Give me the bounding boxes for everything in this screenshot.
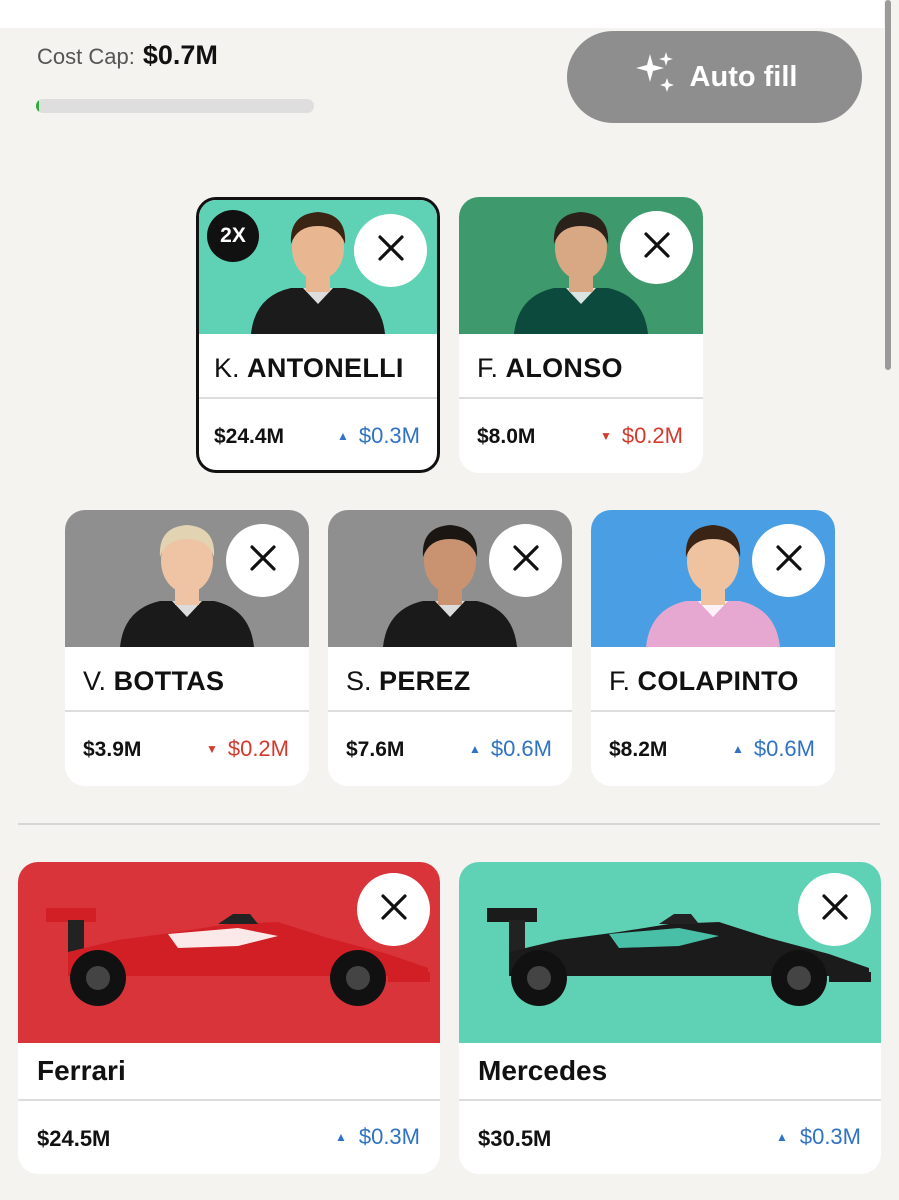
auto-fill-label: Auto fill (689, 60, 798, 93)
driver-last-name: COLAPINTO (637, 666, 799, 696)
cost-cap-progress-fill (36, 99, 39, 113)
price-change: ▼ $0.2M (206, 736, 289, 762)
driver-last-name: ALONSO (505, 353, 623, 383)
arrow-down-icon: ▼ (205, 742, 218, 756)
driver-card[interactable]: F. ALONSO $8.0M ▼ $0.2M (459, 197, 703, 473)
card-divider (459, 397, 703, 399)
remove-team-button[interactable] (798, 873, 871, 946)
card-divider (591, 710, 835, 712)
driver-last-name: PEREZ (379, 666, 471, 696)
price-change-value: $0.3M (358, 423, 420, 448)
driver-price: $7.6M (346, 738, 405, 761)
driver-name: S. PEREZ (346, 666, 471, 697)
cost-cap: Cost Cap: $0.7M (37, 40, 218, 71)
price-change: ▲ $0.3M (335, 1124, 420, 1150)
remove-team-button[interactable] (357, 873, 430, 946)
price-change: ▲ $0.3M (776, 1124, 861, 1150)
driver-price: $8.0M (477, 425, 536, 448)
driver-card[interactable]: V. BOTTAS $3.9M ▼ $0.2M (65, 510, 309, 786)
remove-driver-button[interactable] (489, 524, 562, 597)
team-price: $30.5M (478, 1126, 552, 1151)
team-card[interactable]: Mercedes $30.5M ▲ $0.3M (459, 862, 881, 1174)
close-icon (376, 233, 406, 268)
card-divider (18, 1099, 440, 1101)
card-divider (65, 710, 309, 712)
auto-fill-button[interactable]: Auto fill (567, 31, 862, 123)
price-change-value: $0.6M (490, 736, 552, 761)
cost-cap-value: $0.7M (142, 40, 218, 70)
arrow-down-icon: ▼ (599, 429, 612, 443)
cost-cap-progress-bar (36, 99, 314, 113)
arrow-up-icon: ▲ (731, 742, 744, 756)
price-change: ▲ $0.6M (469, 736, 552, 762)
team-price: $24.5M (37, 1126, 111, 1151)
driver-name: V. BOTTAS (83, 666, 224, 697)
arrow-up-icon: ▲ (775, 1130, 788, 1144)
driver-price: $3.9M (83, 738, 142, 761)
close-icon (511, 543, 541, 578)
arrow-up-icon: ▲ (334, 1130, 347, 1144)
remove-driver-button[interactable] (226, 524, 299, 597)
close-icon (379, 892, 409, 927)
driver-price: $8.2M (609, 738, 668, 761)
close-icon (820, 892, 850, 927)
section-divider (18, 823, 880, 825)
top-bar (0, 0, 884, 28)
driver-card[interactable]: S. PEREZ $7.6M ▲ $0.6M (328, 510, 572, 786)
card-divider (459, 1099, 881, 1101)
remove-driver-button[interactable] (354, 214, 427, 287)
driver-last-name: ANTONELLI (247, 353, 404, 383)
remove-driver-button[interactable] (752, 524, 825, 597)
arrow-up-icon: ▲ (468, 742, 481, 756)
close-icon (774, 543, 804, 578)
multiplier-badge: 2X (207, 210, 259, 262)
card-divider (328, 710, 572, 712)
price-change-value: $0.3M (358, 1124, 420, 1149)
price-change: ▲ $0.3M (337, 423, 420, 449)
price-change-value: $0.2M (227, 736, 289, 761)
team-card[interactable]: Ferrari $24.5M ▲ $0.3M (18, 862, 440, 1174)
close-icon (248, 543, 278, 578)
price-change: ▲ $0.6M (732, 736, 815, 762)
arrow-up-icon: ▲ (336, 429, 349, 443)
driver-initial: F. (477, 353, 499, 383)
driver-card[interactable]: F. COLAPINTO $8.2M ▲ $0.6M (591, 510, 835, 786)
driver-initial: V. (83, 666, 107, 696)
driver-initial: F. (609, 666, 631, 696)
remove-driver-button[interactable] (620, 211, 693, 284)
driver-card[interactable]: 2X K. ANTONELLI $24.4M ▲ $0.3M (196, 197, 440, 473)
driver-initial: S. (346, 666, 372, 696)
price-change-value: $0.2M (621, 423, 683, 448)
sparkle-icon (632, 50, 678, 104)
cost-cap-label: Cost Cap: (37, 44, 135, 69)
price-change-value: $0.3M (799, 1124, 861, 1149)
price-change: ▼ $0.2M (600, 423, 683, 449)
price-change-value: $0.6M (753, 736, 815, 761)
team-name: Ferrari (37, 1055, 126, 1086)
card-divider (199, 397, 437, 399)
driver-last-name: BOTTAS (113, 666, 225, 696)
close-icon (642, 230, 672, 265)
driver-initial: K. (214, 353, 240, 383)
driver-name: K. ANTONELLI (214, 353, 404, 384)
driver-price: $24.4M (214, 425, 285, 448)
team-name: Mercedes (478, 1055, 608, 1086)
driver-name: F. ALONSO (477, 353, 623, 384)
driver-name: F. COLAPINTO (609, 666, 799, 697)
scrollbar[interactable] (885, 0, 891, 370)
